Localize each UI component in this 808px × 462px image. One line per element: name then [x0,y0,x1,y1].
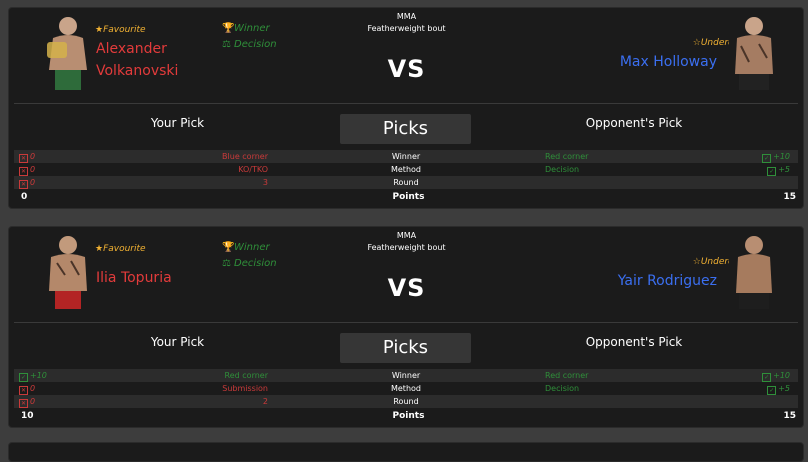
star-icon: ★ [95,244,104,254]
bout-card: ★Favourite Ilia Topuria 🏆Winner ⚖ Decisio… [8,226,804,428]
row-label: Round [393,178,419,187]
star-outline-icon: ☆ [692,38,701,48]
opponent-pick: Red corner [545,371,589,380]
result-winner-label: Winner [234,242,270,253]
opponent-score: ✓ +10 [762,150,790,163]
result-method: ⚖ Decision [222,258,277,269]
star-icon: ★ [95,25,104,35]
pick-row-method: ✕ 0 Submission Method Decision ✓ +5 [14,382,798,395]
opponent-score: ✓ +10 [762,369,790,382]
opponent-score-value: +5 [778,384,790,393]
pick-row-round: ✕ 0 3 Round [14,176,798,189]
divider [14,322,798,323]
opponent-pick-label: Opponent's Pick [585,116,683,130]
opponent-pick: Decision [545,165,580,174]
row-label: Method [390,384,421,393]
favourite-tag: ★Favourite [95,244,146,254]
red-fighter-name[interactable]: Ilia Topuria [96,267,206,289]
row-label: Method [390,165,421,174]
opponent-score-value: +10 [773,371,790,380]
opponent-points: 15 [783,192,796,202]
opponent-score-value: +10 [773,152,790,161]
favourite-tag: ★Favourite [95,25,146,35]
your-pick-label: Your Pick [150,335,205,349]
row-label: Winner [391,152,421,161]
check-box-icon: ✓ [767,167,777,176]
bout-card-partial [8,442,804,462]
sport-label: MMA [396,12,417,21]
pick-row-method: ✕ 0 KO/TKO Method Decision ✓ +5 [14,163,798,176]
check-box-icon: ✓ [767,386,777,395]
red-fighter-photo [43,12,93,92]
vs-label: VS [387,274,426,302]
check-box-icon: ✓ [762,373,772,382]
red-fighter-name[interactable]: Alexander Volkanovski [96,38,206,82]
trophy-icon: 🏆 [222,242,235,253]
pick-row-winner: ✕ 0 Blue corner Winner Red corner ✓ +10 [14,150,798,163]
result-winner: 🏆Winner [222,242,270,253]
vs-label: VS [387,55,426,83]
check-box-icon: ✓ [762,154,772,163]
opponent-pick: Decision [545,384,580,393]
blue-fighter-name[interactable]: Yair Rodriguez [618,270,717,292]
points-label: Points [392,411,425,421]
opponent-score: ✓ +5 [767,163,790,176]
favourite-label: Favourite [103,25,146,35]
blue-fighter-photo [729,12,779,92]
opponent-pick: Red corner [545,152,589,161]
blue-fighter-name[interactable]: Max Holloway [620,51,717,73]
opponent-pick-label: Opponent's Pick [585,335,683,349]
pick-row-winner: ✓ +10 Red corner Winner Red corner ✓ +10 [14,369,798,382]
scales-icon: ⚖ [222,258,231,269]
row-label: Round [393,397,419,406]
result-method-label: Decision [234,258,277,269]
sport-label: MMA [396,231,417,240]
opponent-score: ✓ +5 [767,382,790,395]
result-method: ⚖ Decision [222,39,277,50]
result-winner-label: Winner [234,23,270,34]
opponent-points: 15 [783,411,796,421]
scales-icon: ⚖ [222,39,231,50]
trophy-icon: 🏆 [222,23,235,34]
red-fighter-photo [43,231,93,311]
opponent-score-value: +5 [778,165,790,174]
bout-card: ★Favourite Alexander Volkanovski 🏆Winner… [8,7,804,209]
points-label: Points [392,192,425,202]
star-outline-icon: ☆ [692,257,701,267]
blue-fighter-photo [729,231,779,311]
pick-row-round: ✕ 0 2 Round [14,395,798,408]
picks-button[interactable]: Picks [340,333,471,363]
result-method-label: Decision [234,39,277,50]
result-winner: 🏆Winner [222,23,270,34]
favourite-label: Favourite [103,244,146,254]
divider [14,103,798,104]
weight-class-label: Featherweight bout [367,24,446,33]
picks-button[interactable]: Picks [340,114,471,144]
row-label: Winner [391,371,421,380]
your-pick-label: Your Pick [150,116,205,130]
weight-class-label: Featherweight bout [367,243,446,252]
